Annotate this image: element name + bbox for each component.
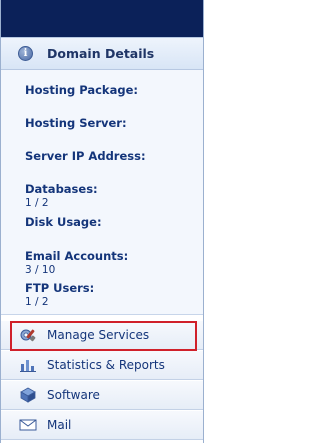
nav-item-statistics-reports[interactable]: Statistics & Reports [1, 351, 203, 380]
databases-value: 1 / 2 [25, 197, 49, 209]
section-title: Domain Details [47, 46, 155, 61]
domain-sidebar-panel: i Domain Details Hosting Package: Hostin… [0, 0, 204, 443]
top-bar [1, 0, 203, 37]
nav-label-manage-services: Manage Services [47, 328, 150, 342]
server-ip-label: Server IP Address: [25, 149, 146, 163]
bar-chart-icon [19, 357, 37, 373]
domain-details-body: Hosting Package: Hosting Server: Server … [1, 70, 203, 315]
nav-item-software[interactable]: Software [1, 381, 203, 410]
hosting-package-label: Hosting Package: [25, 83, 138, 97]
databases-label: Databases: [25, 182, 98, 196]
disk-usage-label: Disk Usage: [25, 215, 102, 229]
email-accounts-label: Email Accounts: [25, 249, 129, 263]
software-icon [19, 387, 37, 403]
nav-label-software: Software [47, 388, 100, 402]
ftp-users-label: FTP Users: [25, 281, 95, 295]
ftp-users-value: 1 / 2 [25, 296, 49, 308]
nav-item-mail[interactable]: Mail [1, 411, 203, 440]
hosting-server-label: Hosting Server: [25, 116, 127, 130]
wrench-gear-icon [19, 327, 37, 343]
info-icon: i [18, 46, 33, 61]
domain-details-header[interactable]: i Domain Details [1, 37, 203, 70]
nav-label-statistics-reports: Statistics & Reports [47, 358, 165, 372]
email-accounts-value: 3 / 10 [25, 264, 56, 276]
nav-label-mail: Mail [47, 418, 72, 432]
nav-item-manage-services[interactable]: Manage Services [1, 321, 203, 350]
mail-icon [19, 417, 37, 433]
